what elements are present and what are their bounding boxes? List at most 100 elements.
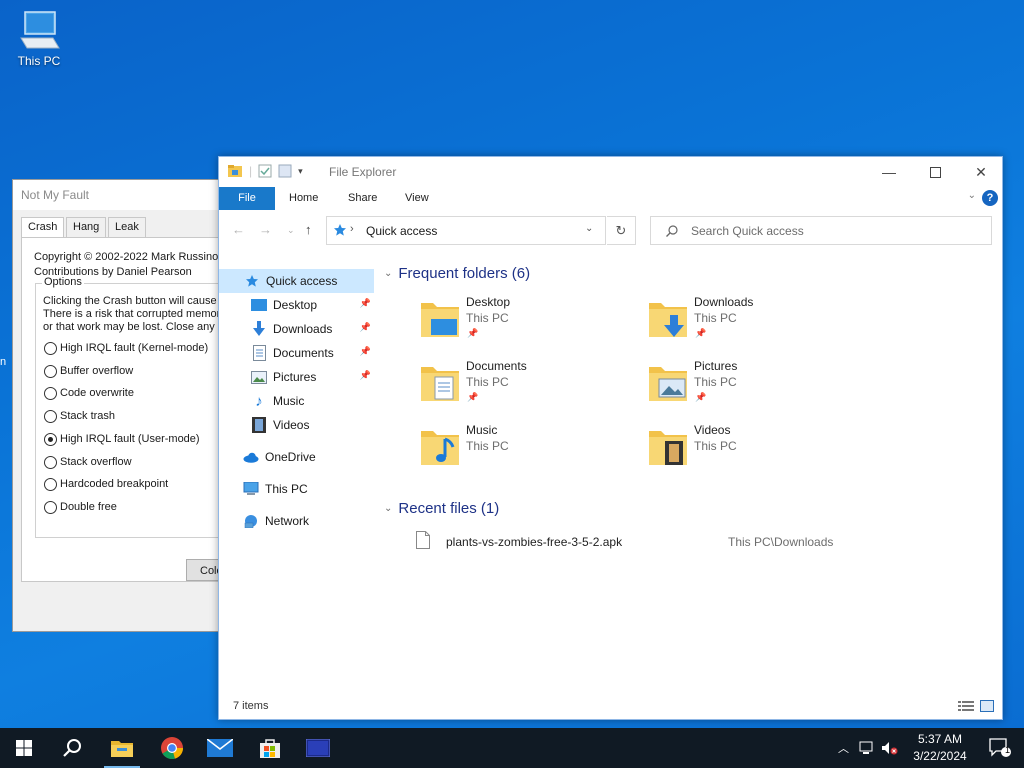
tab-crash[interactable]: Crash [21, 217, 65, 238]
option-high-irql-user[interactable]: High IRQL fault (User-mode) [44, 431, 200, 447]
option-code-overwrite[interactable]: Code overwrite [44, 385, 134, 401]
new-folder-icon[interactable] [278, 164, 292, 178]
radio-button[interactable] [44, 477, 57, 491]
up-arrow-icon[interactable]: ↑ [305, 222, 312, 237]
this-pc-desktop-icon[interactable]: This PC [12, 8, 66, 68]
notification-count: 1 [1005, 745, 1011, 755]
maximize-button[interactable] [912, 157, 958, 187]
sidebar-item-documents[interactable]: Documents 📌 [219, 341, 374, 365]
copyright-line: Copyright © 2002-2022 Mark Russinov [34, 251, 224, 263]
folder-name: Pictures [694, 359, 738, 373]
ribbon-tab-share[interactable]: Share [348, 187, 377, 210]
refresh-icon: ↻ [615, 223, 627, 238]
folder-tile-pictures[interactable]: Pictures This PC 📌 [647, 355, 867, 411]
sidebar-item-label: OneDrive [265, 450, 316, 464]
taskbar-notmyfault[interactable] [294, 728, 342, 768]
sidebar-item-pictures[interactable]: Pictures 📌 [219, 365, 374, 389]
recent-file-row[interactable]: plants-vs-zombies-free-3-5-2.apk This PC… [412, 529, 992, 553]
details-view-icon[interactable] [958, 700, 974, 712]
minimize-button[interactable]: — [866, 157, 912, 187]
back-arrow-icon[interactable]: ← [232, 222, 245, 237]
ribbon-tab-home[interactable]: Home [289, 187, 318, 210]
close-button[interactable]: ✕ [958, 157, 1004, 187]
taskbar-mail[interactable] [196, 728, 244, 768]
pin-icon: 📌 [359, 370, 371, 380]
start-button[interactable] [0, 728, 48, 768]
search-icon [666, 225, 678, 237]
radio-button[interactable] [44, 409, 57, 423]
network-status-icon[interactable] [859, 741, 875, 755]
volume-muted-icon[interactable] [881, 741, 899, 755]
action-center-button[interactable]: 1 [976, 728, 1024, 768]
customize-toolbar-chevron-icon[interactable]: ▾ [298, 166, 303, 177]
forward-arrow-icon[interactable]: → [259, 222, 272, 237]
option-label: Buffer overflow [60, 365, 134, 377]
option-label: Code overwrite [60, 387, 134, 399]
section-title: Recent files (1) [398, 499, 500, 517]
folder-tile-downloads[interactable]: Downloads This PC 📌 [647, 291, 867, 347]
computer-icon [20, 11, 60, 49]
option-double-free[interactable]: Double free [44, 499, 117, 515]
clock[interactable]: 5:37 AM 3/22/2024 [905, 731, 975, 765]
folder-location: This PC [466, 439, 509, 453]
sidebar-item-music[interactable]: ♪ Music [219, 389, 374, 413]
folder-tile-desktop[interactable]: Desktop This PC 📌 [419, 291, 639, 347]
sidebar-item-label: Quick access [266, 274, 338, 288]
folder-tile-documents[interactable]: Documents This PC 📌 [419, 355, 639, 411]
show-hidden-icons-chevron-icon[interactable]: ︿ [838, 740, 849, 756]
taskbar-chrome[interactable] [148, 728, 196, 768]
tab-leak[interactable]: Leak [108, 217, 146, 237]
window-title: File Explorer [329, 165, 397, 179]
sidebar-item-onedrive[interactable]: OneDrive [219, 445, 374, 469]
radio-button[interactable] [44, 364, 57, 378]
taskbar-file-explorer[interactable] [98, 728, 146, 768]
pin-icon: 📌 [695, 392, 707, 402]
address-bar[interactable]: › Quick access ⌄ [326, 216, 606, 245]
explorer-titlebar[interactable]: | ▾ File Explorer — ✕ [219, 157, 1002, 187]
notmyfault-window: Not My Fault Crash Hang Leak Copyright ©… [12, 179, 235, 632]
quick-access-toolbar: | ▾ [227, 163, 303, 179]
frequent-folders-header[interactable]: ⌄ Frequent folders (6) [384, 263, 530, 283]
tab-hang[interactable]: Hang [66, 217, 107, 237]
sidebar-item-desktop[interactable]: Desktop 📌 [219, 293, 374, 317]
recent-locations-chevron-icon[interactable]: ⌄ [287, 225, 295, 236]
option-hardcoded-breakpoint[interactable]: Hardcoded breakpoint [44, 476, 168, 492]
recent-files-header[interactable]: ⌄ Recent files (1) [384, 498, 499, 518]
ribbon-tab-file[interactable]: File [219, 187, 275, 210]
radio-button[interactable] [44, 500, 57, 514]
collapse-chevron-icon: ⌄ [384, 502, 393, 514]
radio-button[interactable] [44, 341, 57, 355]
taskbar-store[interactable] [246, 728, 294, 768]
help-button[interactable]: ? [982, 190, 998, 206]
folder-tile-music[interactable]: Music This PC [419, 419, 639, 475]
address-dropdown-chevron-icon[interactable]: ⌄ [585, 223, 593, 234]
sidebar-item-network[interactable]: Network [219, 509, 374, 533]
refresh-button[interactable]: ↻ [607, 216, 636, 245]
option-stack-trash[interactable]: Stack trash [44, 408, 115, 424]
search-button[interactable] [48, 728, 96, 768]
folder-location: This PC [466, 311, 509, 325]
properties-icon[interactable] [258, 164, 272, 178]
radio-button-checked[interactable] [44, 432, 57, 446]
sidebar-item-quick-access[interactable]: Quick access [219, 269, 374, 293]
search-input[interactable]: Search Quick access [650, 216, 992, 245]
sidebar-item-videos[interactable]: Videos [219, 413, 374, 437]
description-line: or that work may be lost. Close any c [43, 321, 224, 333]
folder-tile-videos[interactable]: Videos This PC [647, 419, 867, 475]
radio-button[interactable] [44, 455, 57, 469]
ribbon-tab-view[interactable]: View [405, 187, 429, 210]
sidebar-item-this-pc[interactable]: This PC [219, 477, 374, 501]
option-high-irql-kernel[interactable]: High IRQL fault (Kernel-mode) [44, 340, 208, 356]
expand-ribbon-chevron-icon[interactable]: ⌄ [968, 190, 976, 201]
radio-button[interactable] [44, 386, 57, 400]
sidebar-item-downloads[interactable]: Downloads 📌 [219, 317, 374, 341]
app-window-icon [306, 739, 330, 757]
large-icons-view-icon[interactable] [980, 700, 994, 712]
option-stack-overflow[interactable]: Stack overflow [44, 454, 132, 470]
film-strip-icon [251, 417, 267, 433]
cloud-icon [243, 449, 259, 465]
pin-icon: 📌 [695, 328, 707, 338]
option-buffer-overflow[interactable]: Buffer overflow [44, 363, 133, 379]
options-label: Options [42, 276, 84, 288]
sidebar-item-label: This PC [265, 482, 308, 496]
